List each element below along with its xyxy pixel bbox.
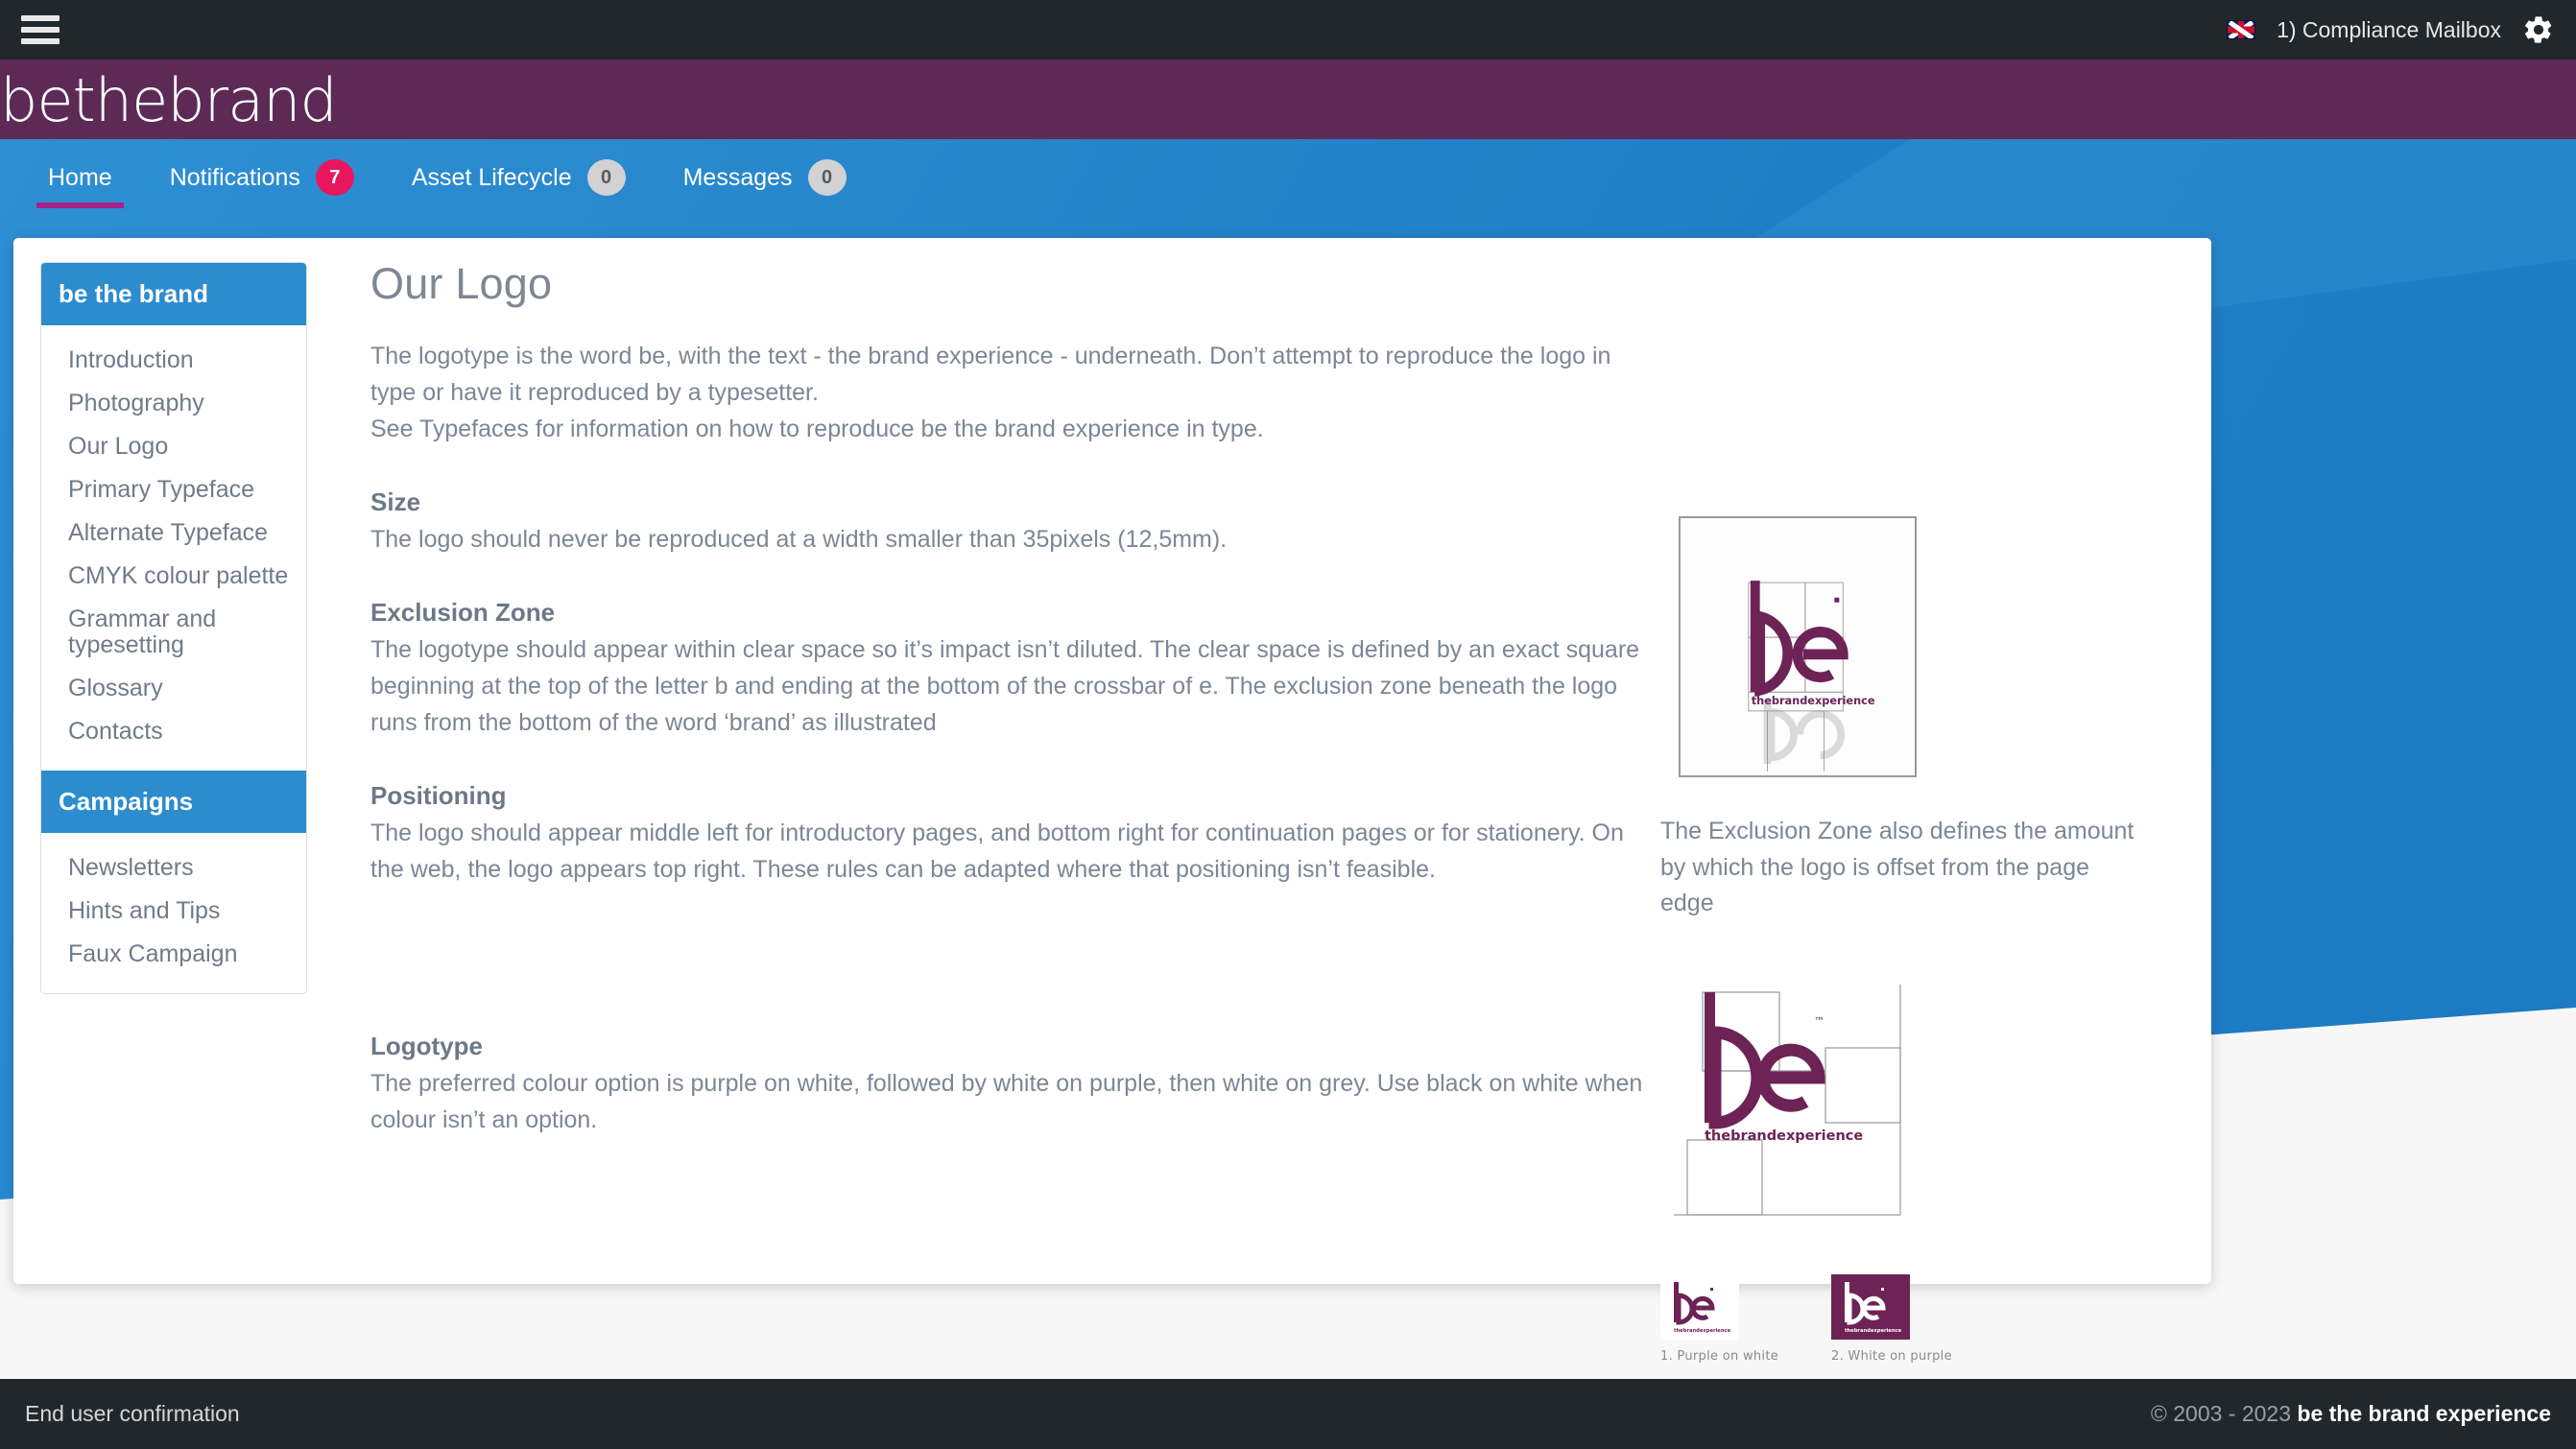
section-heading-positioning: Positioning	[370, 781, 507, 810]
tab-asset-lifecycle-label: Asset Lifecycle	[411, 163, 572, 191]
logo-variant-1: thebrandexperience 1. Purple on white	[1660, 1274, 1831, 1364]
sidebar-item-primary-typeface[interactable]: Primary Typeface	[41, 468, 306, 511]
sidebar-group-title-be-the-brand[interactable]: be the brand	[41, 263, 306, 325]
top-bar-right: 1) Compliance Mailbox	[2227, 13, 2576, 46]
sidebar-group-title-campaigns[interactable]: Campaigns	[41, 771, 306, 833]
svg-text:thebrandexperience: thebrandexperience	[1845, 1328, 1902, 1334]
logo-variant-2-label: 2. White on purple	[1831, 1349, 1952, 1364]
hamburger-icon[interactable]	[17, 11, 63, 49]
section-body-positioning: The logo should appear middle left for i…	[370, 820, 1624, 883]
logo-variant-2-swatch: thebrandexperience	[1831, 1274, 1910, 1340]
exclusion-zone-caption: The Exclusion Zone also defines the amou…	[1660, 818, 2135, 916]
svg-text:thebrandexperience: thebrandexperience	[1674, 1328, 1731, 1334]
sidebar-group-items-campaigns: Newsletters Hints and Tips Faux Campaign	[41, 833, 306, 993]
main-nav-tabs: Home Notifications 7 Asset Lifecycle 0 M…	[0, 139, 2576, 216]
section-heading-size: Size	[370, 487, 421, 516]
footer-copyright-brand: be the brand experience	[2297, 1401, 2551, 1426]
page-title: Our Logo	[370, 259, 553, 308]
sidebar-item-newsletters[interactable]: Newsletters	[41, 846, 306, 890]
top-bar: 1) Compliance Mailbox	[0, 0, 2576, 59]
app-root: 1) Compliance Mailbox bethebrand Home No…	[0, 0, 2576, 1449]
section-heading-exclusion-zone: Exclusion Zone	[370, 598, 556, 627]
brand-band: bethebrand	[0, 59, 2576, 139]
section-body-logotype: The preferred colour option is purple on…	[370, 1070, 1643, 1133]
uk-flag-icon	[2227, 20, 2256, 39]
sidebar-item-cmyk-colour-palette[interactable]: CMYK colour palette	[41, 555, 306, 598]
tab-notifications[interactable]: Notifications 7	[141, 139, 383, 216]
sidebar-item-alternate-typeface[interactable]: Alternate Typeface	[41, 511, 306, 555]
logo-variant-1-label: 1. Purple on white	[1660, 1349, 1779, 1364]
compliance-mailbox-label[interactable]: 1) Compliance Mailbox	[2277, 17, 2501, 43]
sidebar-group-items-be-the-brand: Introduction Photography Our Logo Primar…	[41, 325, 306, 771]
tab-asset-lifecycle-badge: 0	[586, 159, 626, 196]
sidebar-item-faux-campaign[interactable]: Faux Campaign	[41, 933, 306, 976]
svg-text:thebrandexperience: thebrandexperience	[1705, 1128, 1863, 1144]
tab-notifications-label: Notifications	[169, 163, 300, 191]
sidebar-item-contacts[interactable]: Contacts	[41, 710, 306, 753]
sidebar-item-introduction[interactable]: Introduction	[41, 339, 306, 382]
logo-variant-1-swatch: thebrandexperience	[1660, 1274, 1739, 1340]
section-body-size: The logo should never be reproduced at a…	[370, 526, 1228, 553]
positioning-grid-diagram: ™ thebrandexperience	[1660, 975, 1939, 1226]
tab-asset-lifecycle[interactable]: Asset Lifecycle 0	[383, 139, 655, 216]
brand-logo[interactable]: bethebrand	[0, 65, 338, 135]
sidebar-item-hints-and-tips[interactable]: Hints and Tips	[41, 890, 306, 933]
exclusion-zone-diagram: thebrandexperience	[1679, 516, 1917, 777]
content-card: be the brand Introduction Photography Ou…	[13, 238, 2211, 1449]
intro-paragraph-1: The logotype is the word be, with the te…	[370, 343, 1611, 406]
sidebar-item-our-logo[interactable]: Our Logo	[41, 425, 306, 468]
tab-messages[interactable]: Messages 0	[655, 139, 875, 216]
sidebar-item-glossary[interactable]: Glossary	[41, 667, 306, 710]
intro-paragraph-2: See Typefaces for information on how to …	[370, 416, 1264, 442]
tab-home-label: Home	[48, 163, 112, 191]
sidebar-item-grammar-and-typesetting[interactable]: Grammar and typesetting	[41, 598, 306, 667]
footer-copyright: © 2003 - 2023 be the brand experience	[2151, 1401, 2551, 1427]
tab-messages-label: Messages	[682, 163, 793, 191]
logo-variant-2: thebrandexperience 2. White on purple	[1831, 1274, 2002, 1364]
svg-text:™: ™	[1814, 1015, 1825, 1028]
footer-copyright-years: © 2003 - 2023	[2150, 1401, 2298, 1426]
gear-icon[interactable]	[2522, 13, 2555, 46]
exclusion-zone-svg: thebrandexperience	[1681, 518, 1915, 775]
tab-home[interactable]: Home	[19, 139, 141, 216]
tab-messages-badge: 0	[807, 159, 847, 196]
tab-notifications-badge: 7	[315, 159, 354, 196]
section-body-exclusion-zone: The logotype should appear within clear …	[370, 636, 1640, 736]
footer-end-user-confirmation[interactable]: End user confirmation	[25, 1401, 240, 1427]
sidebar-item-photography[interactable]: Photography	[41, 382, 306, 425]
sidebar: be the brand Introduction Photography Ou…	[40, 262, 307, 994]
main-content: Our Logo The logotype is the word be, wi…	[370, 259, 1647, 1138]
svg-text:thebrandexperience: thebrandexperience	[1752, 695, 1875, 707]
section-heading-logotype: Logotype	[370, 1032, 483, 1060]
footer: End user confirmation © 2003 - 2023 be t…	[0, 1379, 2576, 1449]
positioning-grid-svg: ™ thebrandexperience	[1674, 985, 1901, 1216]
